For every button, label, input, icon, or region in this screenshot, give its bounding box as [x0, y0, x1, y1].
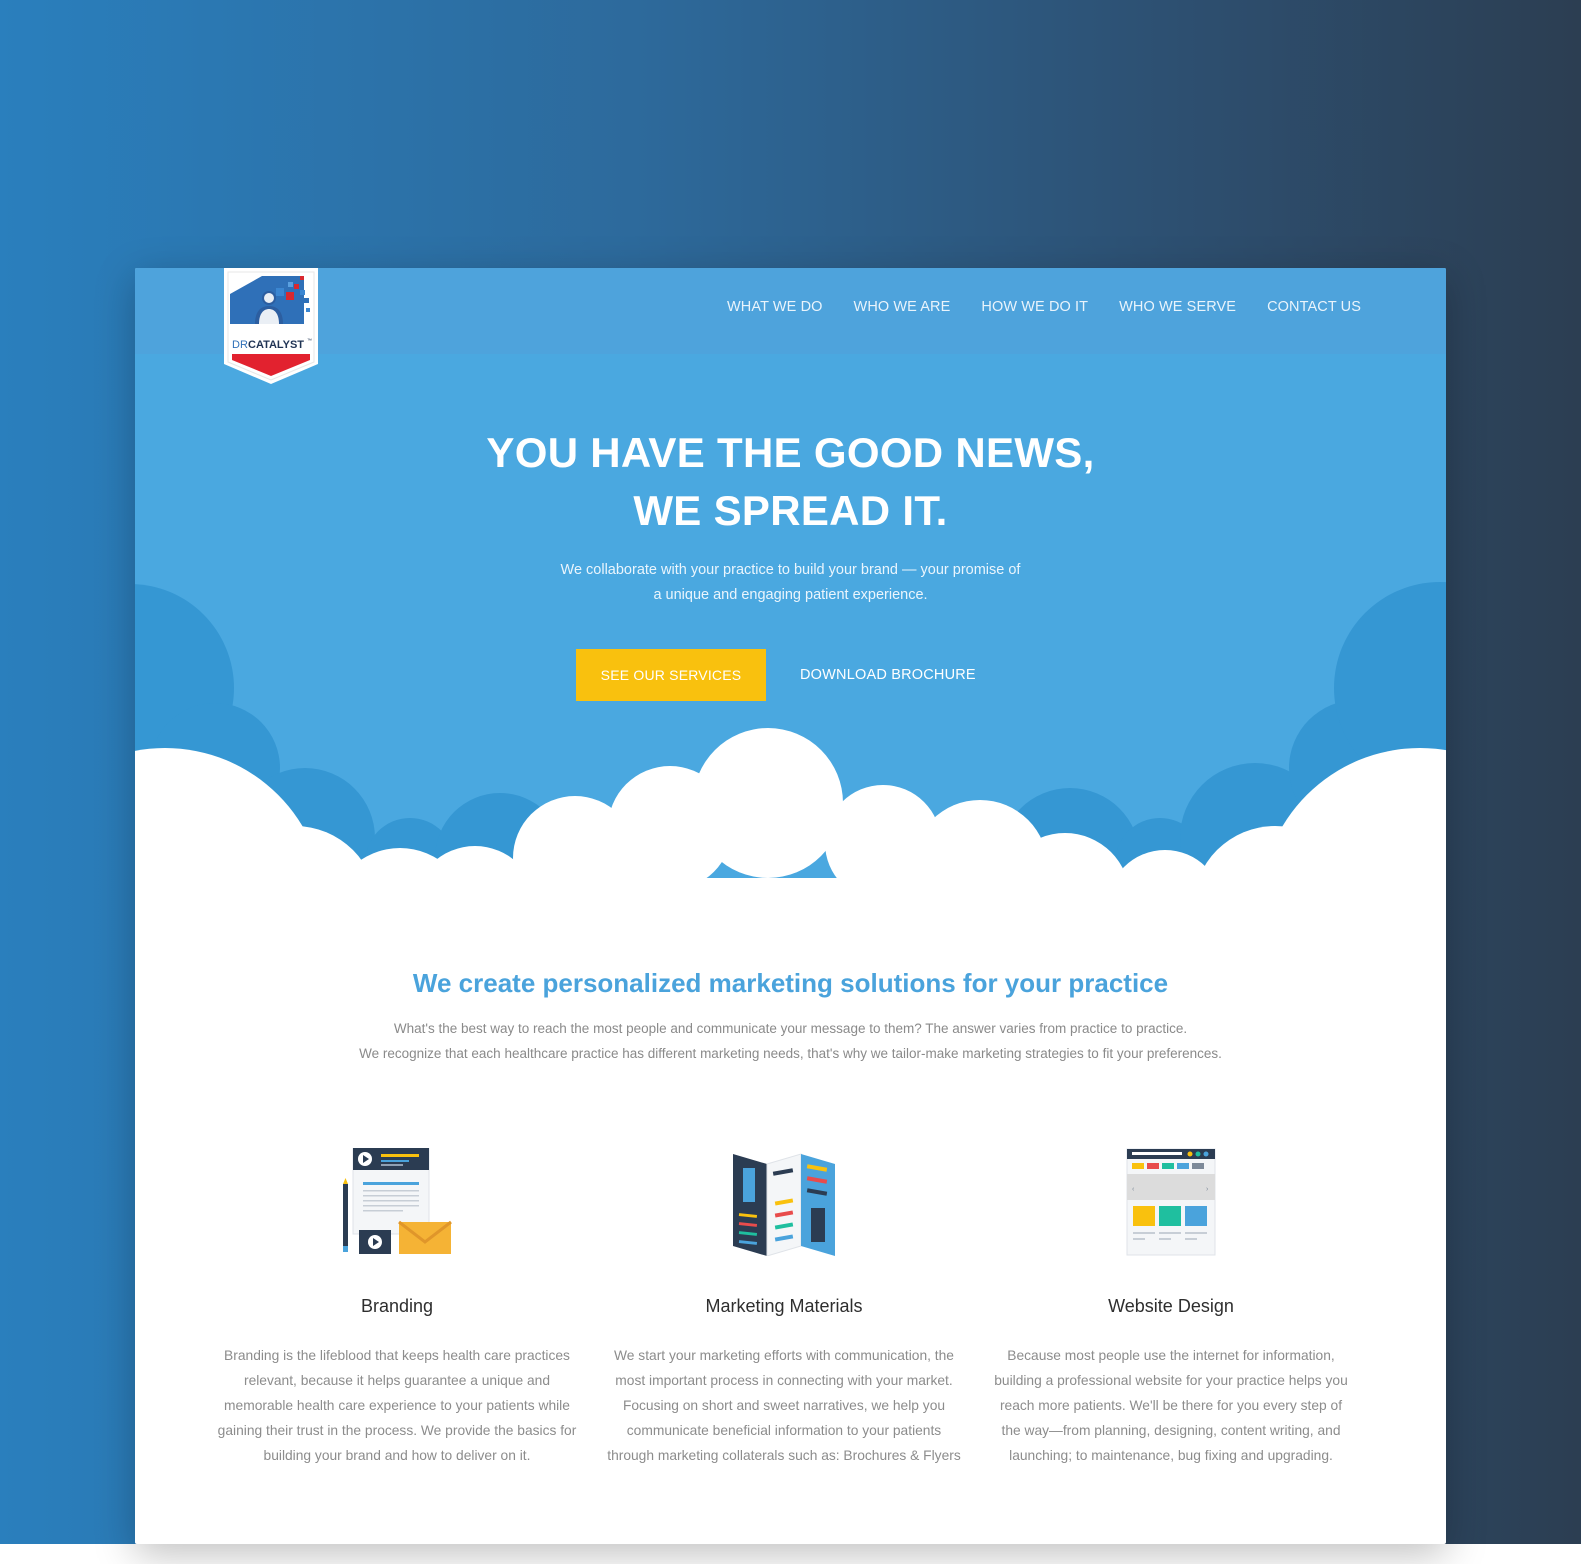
see-our-services-button[interactable]: SEE OUR SERVICES	[576, 649, 766, 701]
intro-text: What's the best way to reach the most pe…	[135, 1016, 1446, 1066]
brochure-icon	[598, 1144, 970, 1256]
nav-how-we-do-it[interactable]: HOW WE DO IT	[981, 299, 1088, 315]
hero-subtitle: We collaborate with your practice to bui…	[135, 558, 1446, 608]
hero-headline-line2: WE SPREAD IT.	[633, 487, 948, 534]
nav-who-we-are[interactable]: WHO WE ARE	[854, 299, 951, 315]
drcatalyst-logo[interactable]: DR CATALYST ™	[224, 268, 318, 384]
service-website-title: Website Design	[1108, 1296, 1234, 1316]
hero-subtitle-line1: We collaborate with your practice to bui…	[560, 562, 1021, 578]
svg-text:™: ™	[307, 338, 312, 344]
hero-section: DR CATALYST ™ WHAT WE DO WHO WE ARE HOW …	[135, 268, 1446, 908]
service-branding-text: Branding is the lifeblood that keeps hea…	[217, 1348, 577, 1463]
website-preview-card: DR CATALYST ™ WHAT WE DO WHO WE ARE HOW …	[135, 268, 1446, 1544]
main-nav: WHAT WE DO WHO WE ARE HOW WE DO IT WHO W…	[727, 299, 1361, 315]
service-marketing-title: Marketing Materials	[705, 1296, 863, 1316]
svg-text:CATALYST: CATALYST	[248, 339, 304, 351]
hero-headline: YOU HAVE THE GOOD NEWS, WE SPREAD IT.	[135, 424, 1446, 540]
download-brochure-button[interactable]: DOWNLOAD BROCHURE	[800, 667, 976, 683]
intro-text-line1: What's the best way to reach the most pe…	[393, 1021, 1188, 1036]
nav-contact-us[interactable]: CONTACT US	[1267, 299, 1361, 315]
hero-subtitle-line2: a unique and engaging patient experience…	[653, 587, 928, 603]
service-branding: Branding Branding is the lifeblood that …	[211, 1144, 583, 1468]
nav-who-we-serve[interactable]: WHO WE SERVE	[1119, 299, 1236, 315]
service-marketing-text: We start your marketing efforts with com…	[607, 1348, 961, 1463]
website-icon: ‹ ›	[985, 1144, 1357, 1256]
intro-text-line2: We recognize that each healthcare practi…	[359, 1046, 1222, 1061]
hero-headline-line1: YOU HAVE THE GOOD NEWS,	[486, 429, 1095, 476]
service-branding-title: Branding	[360, 1296, 434, 1316]
service-marketing-materials: Marketing Materials We start your market…	[598, 1144, 970, 1468]
intro-title: We create personalized marketing solutio…	[412, 968, 1169, 998]
svg-text:DR: DR	[232, 339, 248, 351]
nav-what-we-do[interactable]: WHAT WE DO	[727, 299, 823, 315]
branding-icon	[211, 1144, 583, 1256]
service-website-text: Because most people use the internet for…	[994, 1348, 1348, 1463]
service-website-design: ‹ › Website Design Because most people u…	[985, 1144, 1357, 1468]
